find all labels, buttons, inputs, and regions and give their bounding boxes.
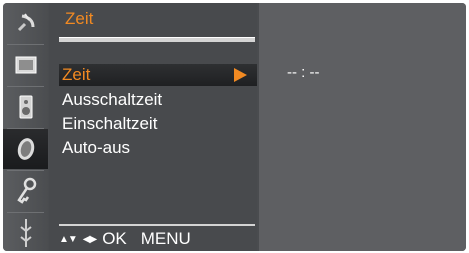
clock-icon <box>17 138 34 160</box>
key-icon <box>16 177 36 204</box>
arrow-right-icon <box>234 68 247 82</box>
menu-item-zeit[interactable]: Zeit <box>59 64 257 86</box>
footer-divider <box>59 224 255 226</box>
speaker-icon <box>19 95 32 119</box>
plug-icon <box>19 219 32 247</box>
menu-panel: Zeit Zeit Ausschaltzeit Einschaltzeit Au… <box>49 3 257 251</box>
leftright-arrows-icon: ◀▶ <box>82 233 97 245</box>
menu-hint: MENU <box>140 229 191 248</box>
menu-title: Zeit <box>65 9 94 28</box>
sidebar-item-picture[interactable] <box>3 45 48 85</box>
satellite-dish-icon <box>17 13 34 32</box>
sidebar-item-station[interactable] <box>3 3 48 43</box>
value-panel: -- : -- <box>259 3 466 251</box>
menu-item-einschaltzeit[interactable]: Einschaltzeit <box>59 113 257 135</box>
menu-item-label: Ausschaltzeit <box>62 90 163 109</box>
picture-icon <box>15 56 36 74</box>
category-sidebar <box>3 3 48 251</box>
osd-frame: Zeit Zeit Ausschaltzeit Einschaltzeit Au… <box>3 3 466 251</box>
title-divider <box>59 37 255 42</box>
menu-item-label: Zeit <box>62 65 91 84</box>
footer-hints: ▲▼ ◀▶ OK MENU <box>59 228 257 250</box>
sidebar-item-special[interactable] <box>3 171 48 211</box>
ok-hint: OK <box>102 229 127 248</box>
menu-item-auto-aus[interactable]: Auto-aus <box>59 137 257 159</box>
sidebar-item-setup[interactable] <box>3 213 48 251</box>
menu-item-label: Auto-aus <box>62 138 131 157</box>
sidebar-item-time[interactable] <box>3 129 48 169</box>
time-value: -- : -- <box>287 64 320 81</box>
updown-arrows-icon: ▲▼ <box>59 233 78 245</box>
menu-item-label: Einschaltzeit <box>62 114 158 133</box>
sidebar-item-sound[interactable] <box>3 87 48 127</box>
menu-item-ausschaltzeit[interactable]: Ausschaltzeit <box>59 89 257 111</box>
